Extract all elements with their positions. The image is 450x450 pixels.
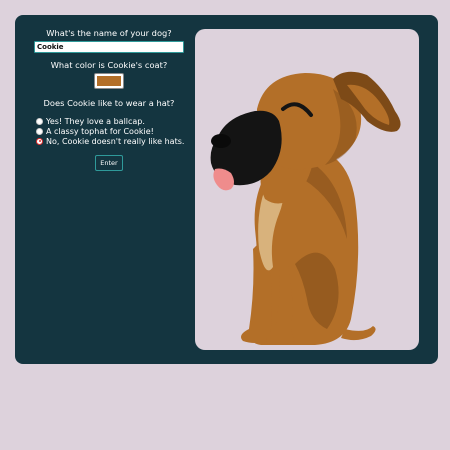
hat-option-label: Yes! They love a ballcap. <box>46 116 145 126</box>
coat-color-picker[interactable] <box>94 73 124 89</box>
hat-question: Does Cookie like to wear a hat? <box>43 98 175 108</box>
hat-options: Yes! They love a ballcap. A classy topha… <box>34 116 184 146</box>
dog-preview-panel <box>195 29 419 350</box>
hat-option-label: A classy tophat for Cookie! <box>46 126 154 136</box>
enter-button[interactable]: Enter <box>95 155 123 171</box>
dog-customizer-card: What's the name of your dog? Cookie What… <box>15 15 438 364</box>
radio-no-hat[interactable] <box>36 137 43 145</box>
hat-option-tophat[interactable]: A classy tophat for Cookie! <box>34 126 184 136</box>
hat-option-ballcap[interactable]: Yes! They love a ballcap. <box>34 116 184 126</box>
name-question: What's the name of your dog? <box>46 28 172 38</box>
hat-option-label: No, Cookie doesn't really like hats. <box>46 136 185 146</box>
coat-color-fill <box>97 76 121 86</box>
color-question: What color is Cookie's coat? <box>50 60 168 70</box>
hat-option-no-hat[interactable]: No, Cookie doesn't really like hats. <box>34 136 184 146</box>
dog-illustration <box>210 71 401 345</box>
dog-name-input[interactable]: Cookie <box>34 41 184 53</box>
dog-form: What's the name of your dog? Cookie What… <box>34 28 184 171</box>
dog-nose <box>211 134 231 148</box>
radio-ballcap[interactable] <box>36 117 43 125</box>
radio-tophat[interactable] <box>36 127 43 135</box>
